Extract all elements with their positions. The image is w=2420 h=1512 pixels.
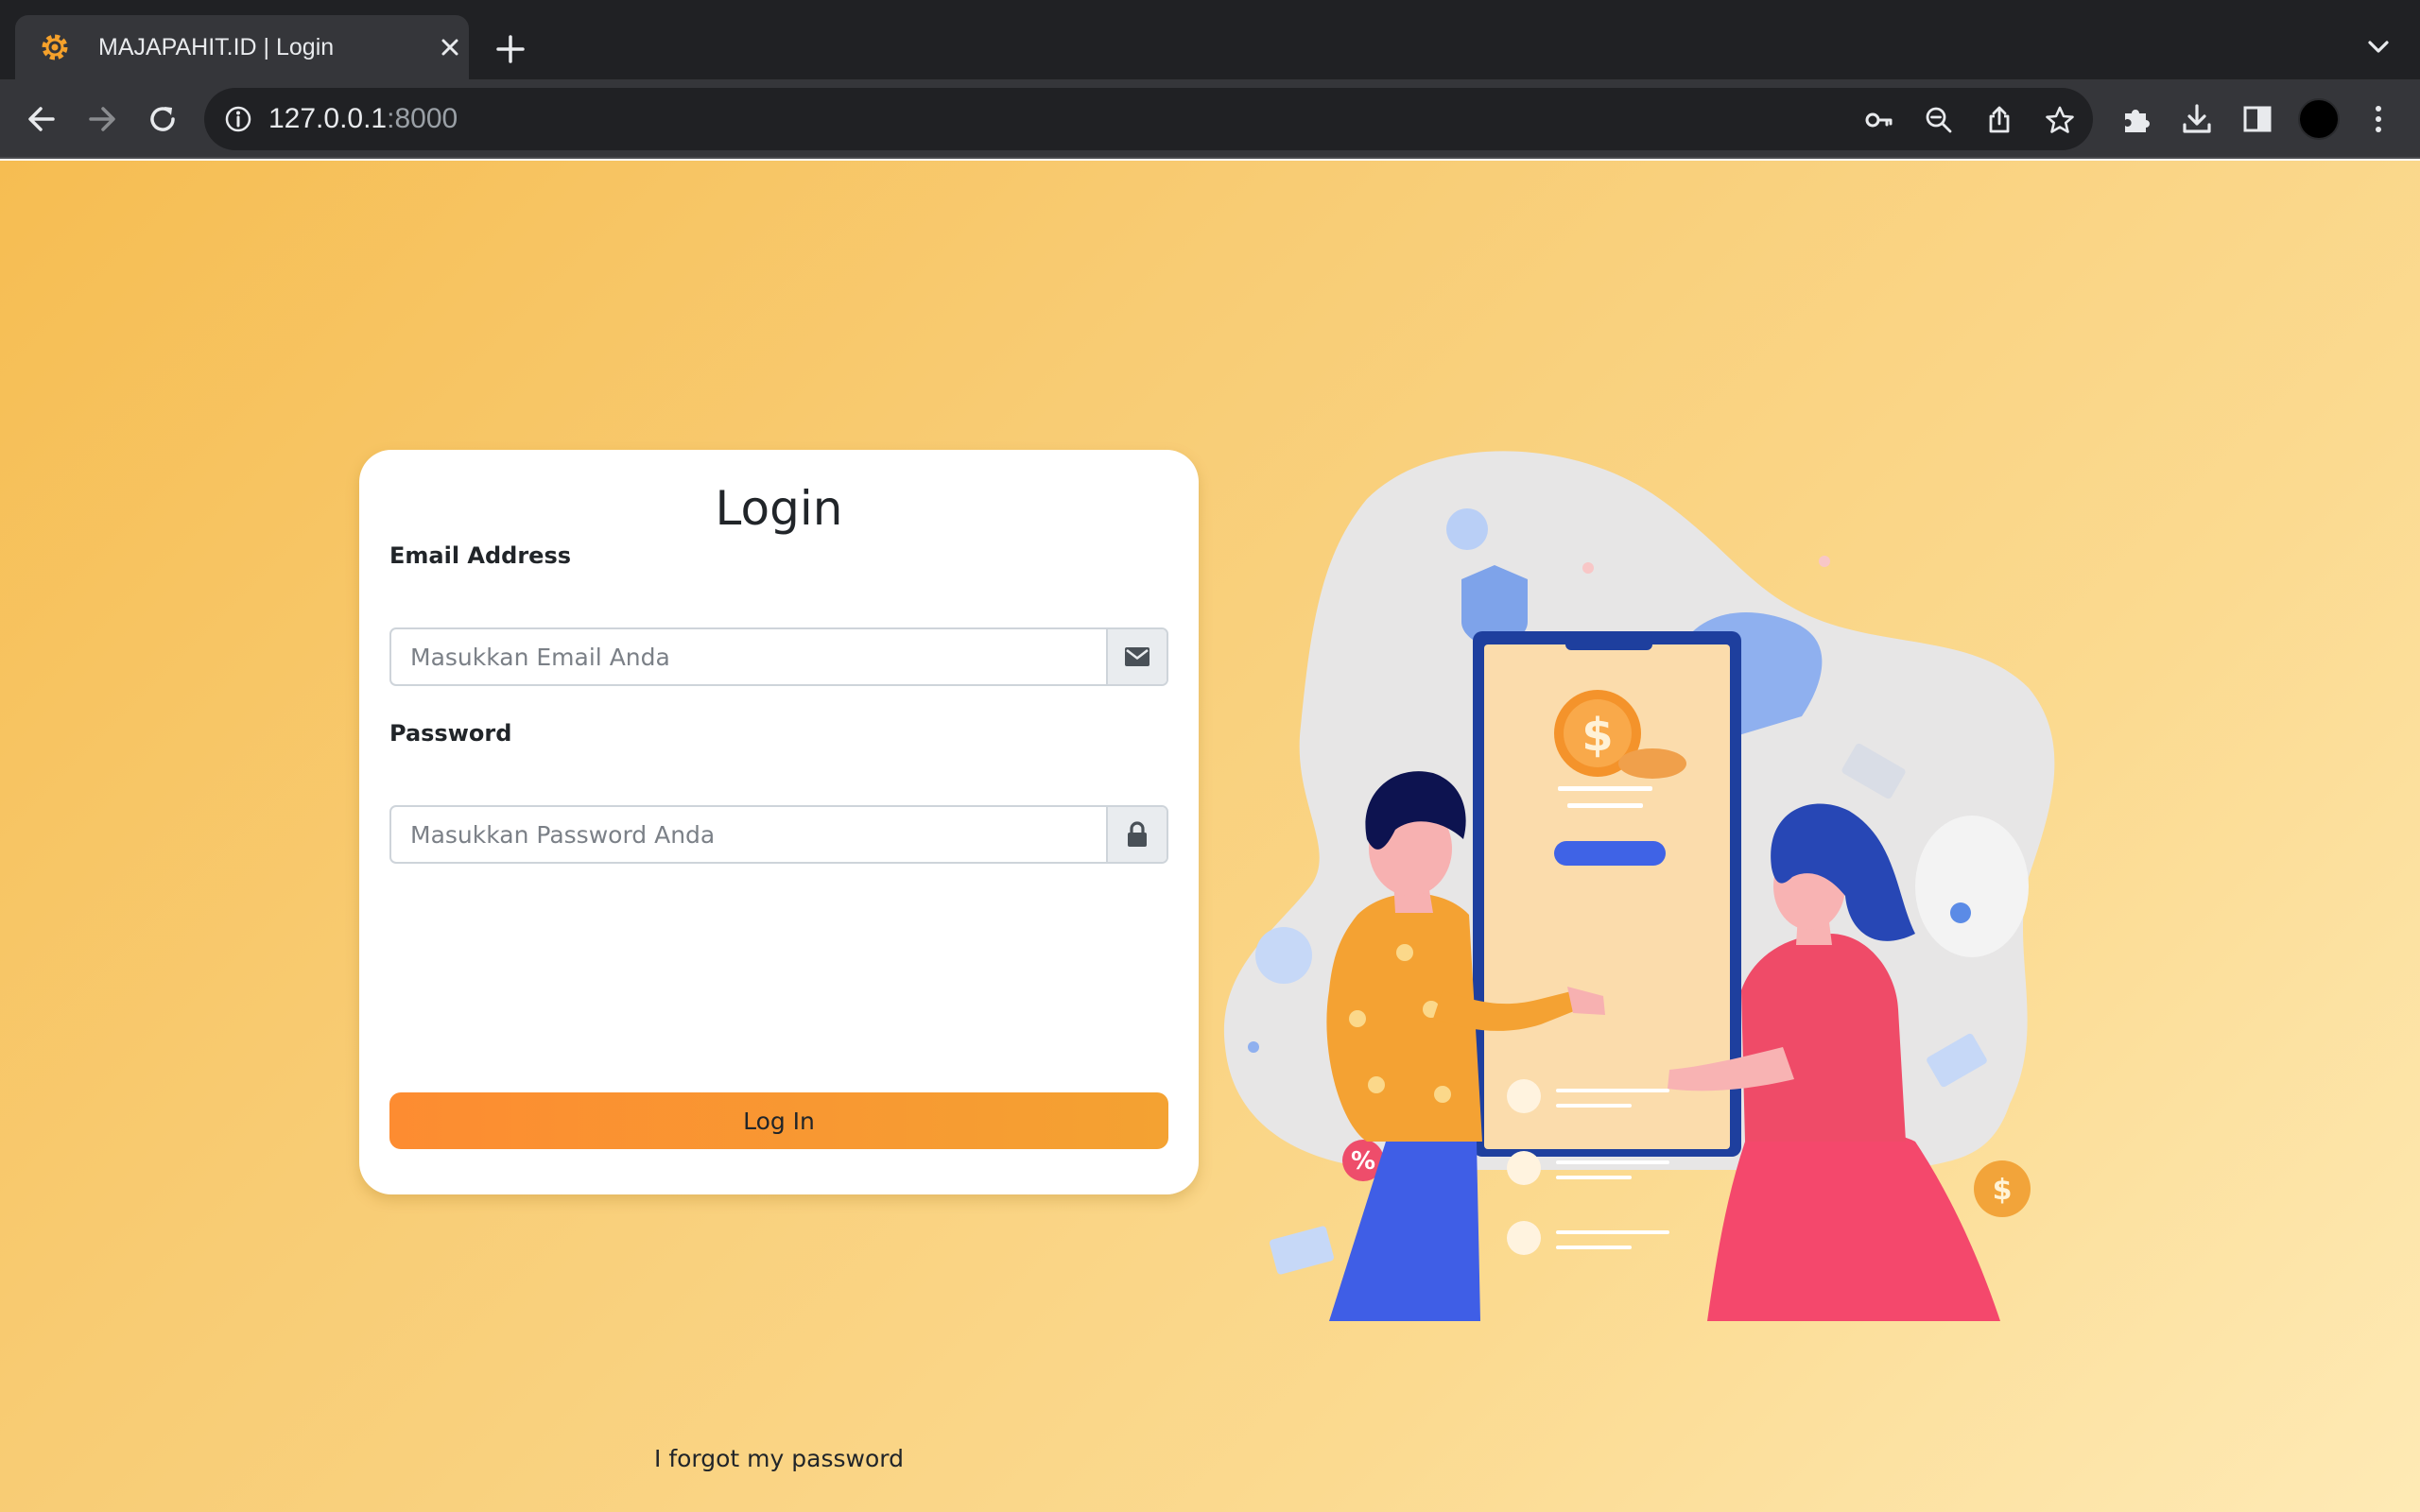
bookmark-star-icon[interactable] (2044, 104, 2076, 136)
zoom-out-icon[interactable] (1923, 104, 1955, 136)
share-icon[interactable] (1983, 104, 2015, 136)
address-bar[interactable]: 127.0.0.1:8000 (204, 88, 2093, 150)
blue-dot (1950, 902, 1971, 923)
close-tab-icon[interactable] (437, 34, 463, 60)
forgot-password-link[interactable]: I forgot my password (359, 1444, 1199, 1474)
download-icon[interactable] (2178, 100, 2216, 138)
url-port: :8000 (387, 103, 458, 134)
password-label: Password (389, 720, 512, 747)
card-icon (1270, 1226, 1334, 1275)
url-text[interactable]: 127.0.0.1:8000 (268, 102, 458, 136)
profile-avatar[interactable] (2298, 98, 2340, 140)
blue-coin-icon (1255, 927, 1312, 984)
email-input[interactable] (391, 629, 1106, 684)
new-tab-plus-icon[interactable] (493, 32, 527, 66)
login-title: Login (715, 481, 843, 536)
password-addon (1106, 807, 1167, 862)
browser-toolbar: 127.0.0.1:8000 (0, 79, 2420, 159)
tab-title: MAJAPAHIT.ID | Login (98, 34, 335, 60)
site-info-icon[interactable] (223, 104, 253, 134)
envelope-icon (1125, 647, 1150, 666)
email-label: Email Address (389, 542, 572, 569)
browser-chrome: MAJAPAHIT.ID | Login 127.0.0.1:8000 (0, 0, 2420, 159)
svg-text:$: $ (1993, 1174, 2013, 1207)
browser-tab[interactable]: MAJAPAHIT.ID | Login (15, 15, 469, 79)
blob-highlight (1915, 816, 2029, 957)
list-item-dot (1507, 1151, 1541, 1185)
page-background: Login Email Address Password Log In I (0, 161, 2420, 1512)
email-addon (1106, 629, 1167, 684)
phone-button (1554, 841, 1666, 866)
password-input[interactable] (391, 807, 1106, 862)
list-item-dot (1507, 1079, 1541, 1113)
password-key-icon[interactable] (1862, 104, 1894, 136)
gear-favicon-icon (42, 34, 68, 60)
menu-kebab-icon[interactable] (2360, 100, 2397, 138)
pink-dot (1819, 556, 1830, 567)
svg-text:%: % (1351, 1147, 1375, 1176)
extensions-puzzle-icon[interactable] (2118, 100, 2155, 138)
reload-icon[interactable] (142, 98, 183, 140)
tab-strip: MAJAPAHIT.ID | Login (0, 0, 2420, 79)
woman-body (1741, 934, 1906, 1142)
login-card: Login Email Address Password Log In I (359, 450, 1199, 1472)
blue-coin-icon (1446, 508, 1488, 550)
blue-dot (1248, 1041, 1259, 1053)
email-input-group (389, 627, 1168, 686)
svg-text:$: $ (1582, 709, 1613, 762)
phone-notch (1565, 631, 1652, 650)
pink-dot (1582, 562, 1594, 574)
coin-small-icon (1618, 748, 1686, 779)
login-button[interactable]: Log In (389, 1092, 1168, 1149)
url-host: 127.0.0.1 (268, 103, 388, 134)
lock-icon (1128, 821, 1147, 847)
password-input-group (389, 805, 1168, 864)
forward-arrow-icon[interactable] (81, 98, 123, 140)
list-item-dot (1507, 1221, 1541, 1255)
side-panel-icon[interactable] (2238, 100, 2276, 138)
back-arrow-icon[interactable] (21, 98, 62, 140)
login-illustration: % $ $ (1223, 451, 2055, 1321)
tab-search-chevron-icon[interactable] (2363, 34, 2394, 60)
